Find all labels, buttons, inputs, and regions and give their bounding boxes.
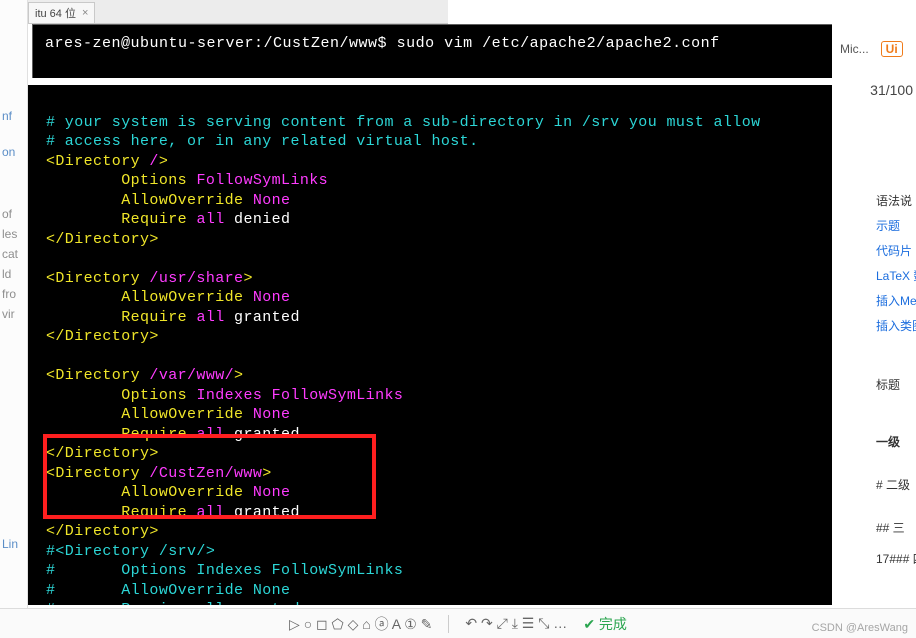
frag: fro: [0, 284, 27, 304]
watermark: CSDN @AresWang: [812, 622, 908, 634]
prompt-user-host: ares-zen@ubuntu-server:/CustZen/www$: [45, 35, 387, 52]
code-token: <Directory: [46, 367, 149, 384]
code-token: FollowSymLinks: [196, 172, 328, 189]
code-token: >: [159, 153, 168, 170]
code-token: granted: [234, 309, 300, 326]
code-token: Options: [121, 387, 196, 404]
frag[interactable]: 插入类图: [874, 313, 916, 338]
code-line: #<Directory /srv/>: [46, 543, 215, 560]
ui-badge: Ui: [881, 41, 903, 57]
top-right-widgets: Mic... Ui: [836, 24, 916, 74]
code-token: Indexes FollowSymLinks: [196, 387, 403, 404]
toolbar-left-tools[interactable]: ▷ ○ ◻ ⬠ ◇ ⌂ ⓐ A ① ✎: [289, 614, 432, 634]
frag: cat: [0, 244, 27, 264]
vim-editor[interactable]: # your system is serving content from a …: [28, 85, 832, 605]
code-token: <Directory: [46, 270, 149, 287]
code-token: None: [253, 192, 291, 209]
code-token: None: [253, 289, 291, 306]
frag: Lin: [0, 534, 27, 554]
frag: ld: [0, 264, 27, 284]
code-line: </Directory>: [46, 328, 159, 345]
code-token: AllowOverride: [121, 406, 253, 423]
frag[interactable]: LaTeX 数: [874, 263, 916, 288]
prompt-command: sudo vim /etc/apache2/apache2.conf: [387, 35, 720, 52]
code-token: Require: [121, 309, 196, 326]
code-token: <Directory: [46, 465, 149, 482]
code-token: all: [196, 309, 234, 326]
frag: les: [0, 224, 27, 244]
code-line: # Options Indexes FollowSymLinks: [46, 562, 403, 579]
code-token: all: [196, 426, 234, 443]
code-line: # access here, or in any related virtual…: [46, 133, 478, 150]
code-token: /: [149, 153, 158, 170]
annotation-toolbar: ▷ ○ ◻ ⬠ ◇ ⌂ ⓐ A ① ✎ ↶ ↷ ⤢ ⤓ ☰ ⤡ … ✔ 完成 C…: [0, 608, 916, 638]
counter: 31/100: [870, 82, 913, 98]
terminal-prompt[interactable]: ares-zen@ubuntu-server:/CustZen/www$ sud…: [32, 24, 832, 78]
frag: of: [0, 204, 27, 224]
frag: Mic...: [840, 42, 869, 56]
code-token: Require: [121, 426, 196, 443]
code-token: Require: [121, 211, 196, 228]
vm-tab-label: itu 64 位: [35, 5, 76, 21]
code-token: AllowOverride: [121, 484, 253, 501]
done-button[interactable]: ✔ 完成: [583, 614, 627, 634]
code-token: all: [196, 211, 234, 228]
frag: nf: [0, 106, 27, 126]
vm-tab-strip: itu 64 位 ×: [28, 0, 448, 24]
frag: ## 三: [874, 515, 916, 540]
frag: 一级: [874, 429, 916, 454]
vm-tab[interactable]: itu 64 位 ×: [28, 2, 95, 23]
code-token: None: [253, 406, 291, 423]
code-token: None: [253, 484, 291, 501]
code-line: # your system is serving content from a …: [46, 114, 761, 131]
code-token: all: [196, 504, 234, 521]
code-line: </Directory>: [46, 523, 159, 540]
toolbar-right-tools[interactable]: ↶ ↷ ⤢ ⤓ ☰ ⤡ …: [465, 615, 567, 632]
frag[interactable]: 示题: [874, 213, 916, 238]
code-token: >: [243, 270, 252, 287]
code-line: <Directory: [46, 153, 149, 170]
left-panel-fragment: nf on of les cat ld fro vir Lin: [0, 0, 28, 638]
code-line: </Directory>: [46, 445, 159, 462]
code-token: AllowOverride: [121, 289, 253, 306]
frag: 标题: [874, 372, 916, 397]
code-token: >: [262, 465, 271, 482]
code-line: </Directory>: [46, 231, 159, 248]
code-token: denied: [234, 211, 290, 228]
frag: vir: [0, 304, 27, 324]
code-token: Require: [121, 504, 196, 521]
frag: 17### 四: [874, 546, 916, 571]
frag[interactable]: 代码片: [874, 238, 916, 263]
frag: on: [0, 142, 27, 162]
code-token: /var/www/: [149, 367, 234, 384]
code-token: >: [234, 367, 243, 384]
frag: 语法说: [874, 188, 916, 213]
code-token: AllowOverride: [121, 192, 253, 209]
code-token: Options: [121, 172, 196, 189]
code-token: granted: [234, 426, 300, 443]
code-token: granted: [234, 504, 300, 521]
frag: # 二级: [874, 472, 916, 497]
code-line: # AllowOverride None: [46, 582, 290, 599]
close-icon[interactable]: ×: [82, 7, 88, 19]
code-token: /usr/share: [149, 270, 243, 287]
code-line: # Require all granted: [46, 601, 300, 605]
code-token: /CustZen/www: [149, 465, 262, 482]
frag[interactable]: 插入Me: [874, 288, 916, 313]
